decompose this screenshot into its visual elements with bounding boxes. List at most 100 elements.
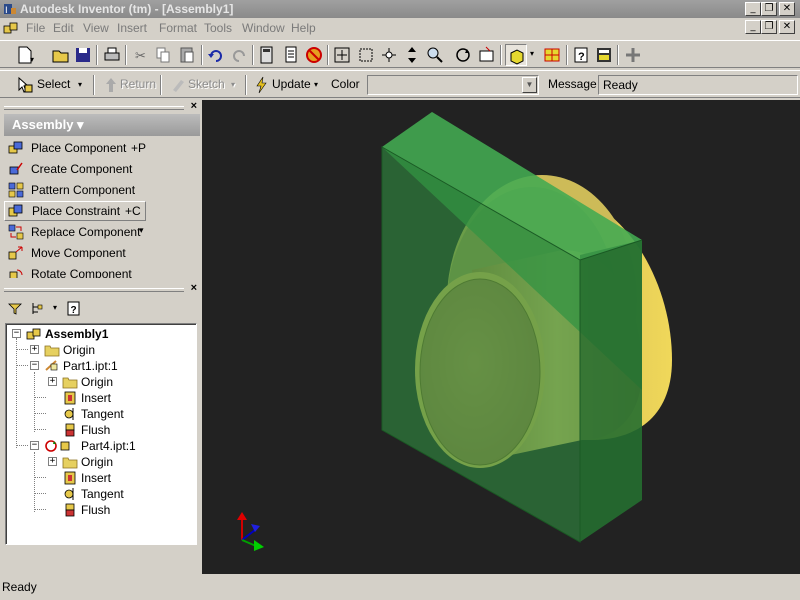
calc-button[interactable] xyxy=(256,44,278,66)
open-button[interactable] xyxy=(50,44,72,66)
color-select-arrow-icon[interactable]: ▼ xyxy=(522,77,537,93)
replace-component-icon xyxy=(8,224,24,240)
tree-label: Insert xyxy=(81,471,112,485)
expand-origin-icon[interactable]: + xyxy=(30,345,39,354)
place-component-shortcut: +P xyxy=(131,141,147,155)
replace-component-button[interactable]: Replace Component ▾ xyxy=(4,222,194,242)
tree-label: Origin xyxy=(63,343,96,357)
return-button[interactable]: Return xyxy=(120,77,156,91)
place-component-icon xyxy=(8,141,23,154)
sketch-button[interactable]: Sketch xyxy=(188,77,225,91)
tree-view-dropdown-icon[interactable]: ▾ xyxy=(53,303,57,312)
display-mode-dropdown-icon[interactable]: ▾ xyxy=(530,49,534,58)
save-disk-icon xyxy=(76,48,90,62)
properties-button[interactable] xyxy=(593,44,615,66)
restore-button[interactable]: ❐ xyxy=(761,2,777,16)
create-component-button[interactable]: Create Component xyxy=(4,159,194,179)
place-constraint-icon xyxy=(8,204,23,217)
collapse-root-icon[interactable]: − xyxy=(12,329,21,338)
rotate-component-button[interactable]: Rotate Component xyxy=(4,264,194,278)
display-mode-button[interactable] xyxy=(505,44,527,66)
look-at-button[interactable] xyxy=(476,44,498,66)
shadow-button[interactable] xyxy=(541,44,563,66)
panel-title-dropdown[interactable]: Assembly ▾ xyxy=(4,114,200,136)
assembly-doc-icon[interactable] xyxy=(3,21,19,35)
no-button[interactable] xyxy=(303,44,325,66)
place-constraint-button[interactable]: Place Constraint +C xyxy=(4,201,146,221)
title-bar: I Autodesk Inventor (tm) - [Assembly1] _… xyxy=(0,0,800,18)
zoom-button[interactable] xyxy=(401,44,423,66)
status-text: Ready xyxy=(2,580,37,594)
paste-button[interactable] xyxy=(176,44,198,66)
cut-button[interactable]: ✂ xyxy=(130,44,152,66)
flush-constraint-icon xyxy=(65,503,75,517)
color-select[interactable]: ▼ xyxy=(367,75,539,95)
tree-label: Part4.ipt:1 xyxy=(81,439,136,453)
filter-funnel-icon[interactable] xyxy=(8,302,22,316)
rotate-button[interactable] xyxy=(452,44,474,66)
redo-button[interactable] xyxy=(228,44,250,66)
expand-part4-origin-icon[interactable]: + xyxy=(48,457,57,466)
select-cursor-icon xyxy=(18,76,33,93)
menu-tools[interactable]: Tools xyxy=(204,21,232,35)
menu-view[interactable]: View xyxy=(83,21,109,35)
replace-component-dropdown-icon[interactable]: ▾ xyxy=(139,225,144,236)
sketch-dropdown-icon[interactable]: ▾ xyxy=(231,80,235,89)
update-button[interactable]: Update xyxy=(272,77,311,91)
place-component-button[interactable]: Place Component +P xyxy=(4,138,194,158)
undo-button[interactable] xyxy=(205,44,227,66)
browser-grip[interactable]: × xyxy=(0,282,202,296)
help-question-icon[interactable]: ? xyxy=(66,301,82,317)
pattern-component-label: Pattern Component xyxy=(31,183,136,197)
menu-insert[interactable]: Insert xyxy=(117,21,147,35)
zoom-selected-button[interactable] xyxy=(424,44,446,66)
insert-constraint-icon xyxy=(64,471,76,485)
doc-minimize-button[interactable]: _ xyxy=(745,20,761,34)
tree-view-icon[interactable] xyxy=(30,302,46,316)
list-button[interactable] xyxy=(280,44,302,66)
menu-file[interactable]: File xyxy=(26,21,45,35)
panel-close-icon[interactable]: × xyxy=(191,100,197,112)
tree-label: Origin xyxy=(81,375,114,389)
menu-edit[interactable]: Edit xyxy=(53,21,74,35)
pattern-component-button[interactable]: Pattern Component xyxy=(4,180,194,200)
folder-icon xyxy=(62,377,78,389)
copy-button[interactable] xyxy=(152,44,174,66)
message-label: Message xyxy=(548,77,597,91)
doc-close-button[interactable]: ✕ xyxy=(779,20,795,34)
select-dropdown-icon[interactable]: ▾ xyxy=(78,80,82,89)
redo-arrow-icon xyxy=(233,50,245,62)
menu-help[interactable]: Help xyxy=(291,21,316,35)
doc-restore-button[interactable]: ❐ xyxy=(761,20,777,34)
minimize-button[interactable]: _ xyxy=(745,2,761,16)
tree-label: Tangent xyxy=(81,407,124,421)
undo-arrow-icon xyxy=(208,50,222,62)
add-button[interactable] xyxy=(622,44,644,66)
print-button[interactable] xyxy=(101,44,123,66)
pan-button[interactable] xyxy=(378,44,400,66)
menu-window[interactable]: Window xyxy=(242,21,285,35)
zoom-window-icon xyxy=(359,48,373,62)
message-field: Ready xyxy=(598,75,798,95)
move-component-button[interactable]: Move Component xyxy=(4,243,194,263)
close-button[interactable]: ✕ xyxy=(779,2,795,16)
collapse-part4-icon[interactable]: − xyxy=(30,441,39,450)
collapse-part1-icon[interactable]: − xyxy=(30,361,39,370)
expand-part1-origin-icon[interactable]: + xyxy=(48,377,57,386)
menu-format[interactable]: Format xyxy=(159,21,197,35)
new-button[interactable]: ▾ xyxy=(14,44,36,66)
document-list-icon xyxy=(285,46,297,63)
panel-bar-grip[interactable]: × xyxy=(0,100,202,114)
save-button[interactable] xyxy=(72,44,94,66)
svg-text:?: ? xyxy=(71,305,77,316)
pan-hand-icon xyxy=(382,48,396,62)
update-dropdown-icon[interactable]: ▾ xyxy=(314,80,318,89)
help-button[interactable]: ? xyxy=(570,44,592,66)
browser-close-icon[interactable]: × xyxy=(191,282,197,294)
rotate-icon xyxy=(456,48,470,62)
zoom-all-button[interactable] xyxy=(331,44,353,66)
select-button[interactable]: Select xyxy=(37,77,70,91)
status-bar: Ready xyxy=(0,577,800,600)
graphics-viewport[interactable] xyxy=(202,100,800,574)
zoom-window-button[interactable] xyxy=(355,44,377,66)
